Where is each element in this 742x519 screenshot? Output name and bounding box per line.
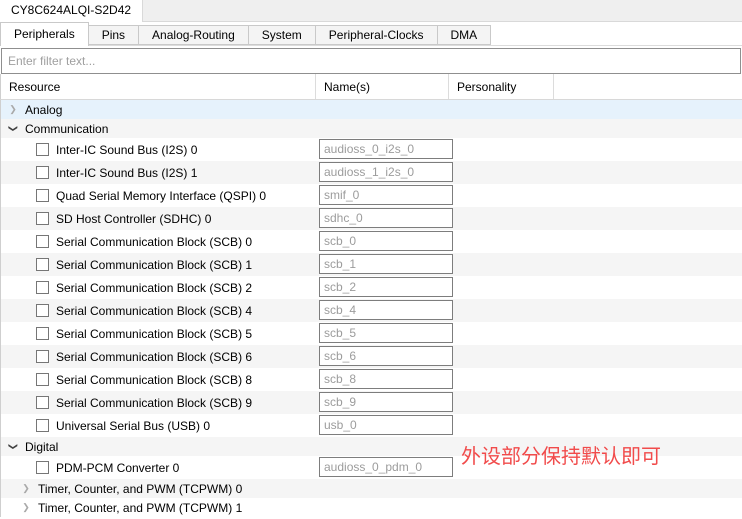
- column-header-personality[interactable]: Personality: [449, 74, 554, 99]
- resource-name-input[interactable]: [319, 277, 453, 297]
- resource-checkbox[interactable]: [36, 281, 49, 294]
- resource-name-input[interactable]: [319, 208, 453, 228]
- resource-label: Universal Serial Bus (USB) 0: [56, 419, 210, 433]
- resource-label: Serial Communication Block (SCB) 2: [56, 281, 252, 295]
- annotation-text: 外设部分保持默认即可: [461, 445, 661, 469]
- resource-name-input[interactable]: [319, 162, 453, 182]
- tree-leaf-row[interactable]: Serial Communication Block (SCB) 2: [1, 276, 742, 299]
- chevron-expanded-icon[interactable]: ❯: [8, 123, 19, 135]
- resource-name-input[interactable]: [319, 457, 453, 477]
- column-header-names[interactable]: Name(s): [316, 74, 449, 99]
- tree-leaf-row[interactable]: Inter-IC Sound Bus (I2S) 1: [1, 161, 742, 184]
- tree-leaf-row[interactable]: Serial Communication Block (SCB) 6: [1, 345, 742, 368]
- tree-leaf-row[interactable]: Serial Communication Block (SCB) 4: [1, 299, 742, 322]
- resource-group-label: Timer, Counter, and PWM (TCPWM) 0: [38, 482, 242, 496]
- view-tabs: PeripheralsPinsAnalog-RoutingSystemPerip…: [0, 22, 742, 46]
- tree-group-row[interactable]: ❯ Timer, Counter, and PWM (TCPWM) 0: [1, 479, 742, 498]
- resource-checkbox[interactable]: [36, 143, 49, 156]
- tree-leaf-row[interactable]: Serial Communication Block (SCB) 0: [1, 230, 742, 253]
- resource-checkbox[interactable]: [36, 235, 49, 248]
- document-tab[interactable]: CY8C624ALQI-S2D42: [0, 0, 143, 22]
- chevron-collapsed-icon[interactable]: ❯: [7, 104, 19, 115]
- tree-leaf-row[interactable]: Quad Serial Memory Interface (QSPI) 0: [1, 184, 742, 207]
- resource-checkbox[interactable]: [36, 304, 49, 317]
- tree-leaf-row[interactable]: Serial Communication Block (SCB) 9: [1, 391, 742, 414]
- resource-name-input[interactable]: [319, 369, 453, 389]
- resource-checkbox[interactable]: [36, 166, 49, 179]
- resource-name-input[interactable]: [319, 300, 453, 320]
- resource-name-input[interactable]: [319, 392, 453, 412]
- tab-dma[interactable]: DMA: [437, 25, 492, 45]
- chevron-collapsed-icon[interactable]: ❯: [20, 483, 32, 494]
- tree-leaf-row[interactable]: Inter-IC Sound Bus (I2S) 0: [1, 138, 742, 161]
- tree-group-row[interactable]: ❯ Communication: [1, 119, 742, 138]
- column-header-filler: [554, 74, 742, 99]
- resource-name-input[interactable]: [319, 346, 453, 366]
- resource-name-input[interactable]: [319, 254, 453, 274]
- resource-checkbox[interactable]: [36, 212, 49, 225]
- resource-label: Inter-IC Sound Bus (I2S) 1: [56, 166, 197, 180]
- resource-label: Serial Communication Block (SCB) 8: [56, 373, 252, 387]
- tab-system[interactable]: System: [248, 25, 316, 45]
- resource-checkbox[interactable]: [36, 350, 49, 363]
- resource-label: Serial Communication Block (SCB) 1: [56, 258, 252, 272]
- resource-name-input[interactable]: [319, 415, 453, 435]
- resource-checkbox[interactable]: [36, 258, 49, 271]
- resource-label: Inter-IC Sound Bus (I2S) 0: [56, 143, 197, 157]
- tree-leaf-row[interactable]: Serial Communication Block (SCB) 8: [1, 368, 742, 391]
- resource-label: Serial Communication Block (SCB) 4: [56, 304, 252, 318]
- column-header-resource[interactable]: Resource: [1, 74, 316, 99]
- resource-label: Serial Communication Block (SCB) 9: [56, 396, 252, 410]
- resource-checkbox[interactable]: [36, 189, 49, 202]
- table-header: Resource Name(s) Personality: [0, 74, 742, 100]
- tree-group-row[interactable]: ❯ Timer, Counter, and PWM (TCPWM) 1: [1, 498, 742, 517]
- resource-name-input[interactable]: [319, 323, 453, 343]
- tab-pins[interactable]: Pins: [88, 25, 139, 45]
- resource-checkbox[interactable]: [36, 373, 49, 386]
- tab-peripheral-clocks[interactable]: Peripheral-Clocks: [315, 25, 438, 45]
- tree-leaf-row[interactable]: Universal Serial Bus (USB) 0: [1, 414, 742, 437]
- resource-checkbox[interactable]: [36, 396, 49, 409]
- resource-group-label: Analog: [25, 103, 62, 117]
- filter-input[interactable]: [1, 48, 741, 74]
- tree-leaf-row[interactable]: Serial Communication Block (SCB) 5: [1, 322, 742, 345]
- tree-group-row[interactable]: ❯ Analog: [1, 100, 742, 119]
- tab-analog-routing[interactable]: Analog-Routing: [138, 25, 249, 45]
- resource-name-input[interactable]: [319, 231, 453, 251]
- resource-checkbox[interactable]: [36, 419, 49, 432]
- resource-label: Serial Communication Block (SCB) 5: [56, 327, 252, 341]
- resource-group-label: Timer, Counter, and PWM (TCPWM) 1: [38, 501, 242, 515]
- resource-name-input[interactable]: [319, 139, 453, 159]
- resource-name-input[interactable]: [319, 185, 453, 205]
- tree-leaf-row[interactable]: Serial Communication Block (SCB) 1: [1, 253, 742, 276]
- document-tab-bar: CY8C624ALQI-S2D42: [0, 0, 742, 22]
- resource-label: SD Host Controller (SDHC) 0: [56, 212, 211, 226]
- chevron-expanded-icon[interactable]: ❯: [8, 441, 19, 453]
- filter-bar: [0, 46, 742, 74]
- resource-label: Quad Serial Memory Interface (QSPI) 0: [56, 189, 266, 203]
- chevron-collapsed-icon[interactable]: ❯: [20, 502, 32, 513]
- resource-label: Serial Communication Block (SCB) 0: [56, 235, 252, 249]
- resource-checkbox[interactable]: [36, 327, 49, 340]
- resource-group-label: Communication: [25, 122, 108, 136]
- tree-leaf-row[interactable]: SD Host Controller (SDHC) 0: [1, 207, 742, 230]
- resource-label: PDM-PCM Converter 0: [56, 461, 179, 475]
- resource-group-label: Digital: [25, 440, 58, 454]
- resource-checkbox[interactable]: [36, 461, 49, 474]
- tab-peripherals[interactable]: Peripherals: [0, 22, 89, 46]
- resource-label: Serial Communication Block (SCB) 6: [56, 350, 252, 364]
